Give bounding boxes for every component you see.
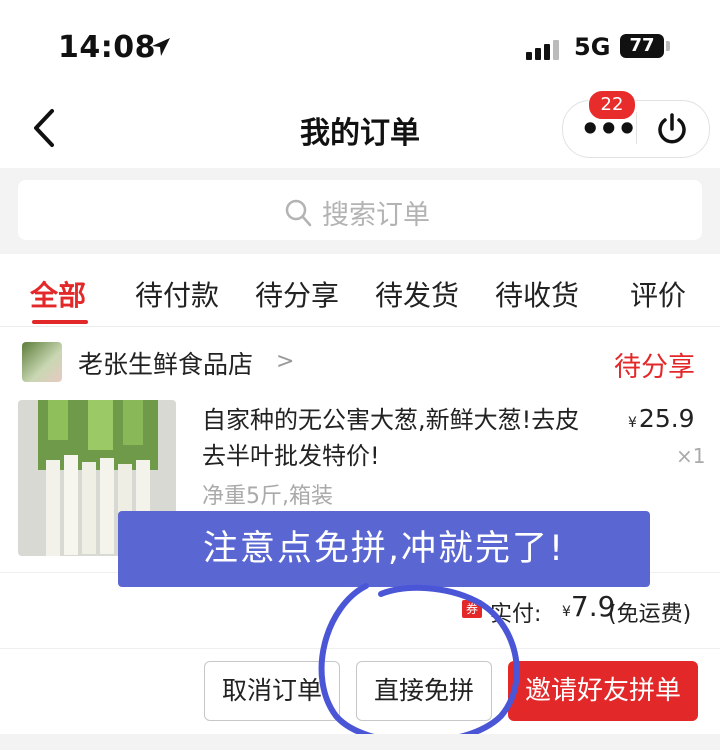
active-tab-indicator bbox=[32, 320, 88, 324]
location-arrow-icon bbox=[152, 38, 170, 56]
order-status: 待分享 bbox=[614, 352, 695, 383]
tab-review[interactable]: 评价 bbox=[630, 274, 686, 314]
tab-all[interactable]: 全部 bbox=[30, 274, 86, 314]
notification-badge: 22 bbox=[588, 90, 636, 120]
product-quantity: ×1 bbox=[676, 444, 706, 468]
battery-icon: 77 bbox=[620, 34, 664, 58]
tab-pending-share[interactable]: 待分享 bbox=[255, 274, 339, 314]
network-type: 5G bbox=[574, 33, 611, 61]
tab-pending-payment[interactable]: 待付款 bbox=[135, 274, 219, 314]
battery-cap bbox=[666, 41, 670, 51]
store-name[interactable]: 老张生鲜食品店 bbox=[78, 345, 253, 381]
tab-pending-shipment[interactable]: 待发货 bbox=[375, 274, 459, 314]
chevron-right-icon[interactable]: > bbox=[276, 349, 294, 374]
product-title[interactable]: 自家种的无公害大葱,新鲜大葱!去皮去半叶批发特价! bbox=[202, 402, 602, 474]
order-tabs bbox=[0, 256, 720, 327]
store-avatar[interactable] bbox=[22, 342, 62, 382]
status-time: 14:08 bbox=[58, 30, 156, 65]
invite-friends-button[interactable]: 邀请好友拼单 bbox=[508, 661, 698, 721]
search-placeholder: 搜索订单 bbox=[322, 200, 430, 231]
highlight-circle-annotation bbox=[318, 583, 520, 746]
search-icon bbox=[285, 199, 312, 227]
shipping-note: (免运费) bbox=[608, 602, 692, 627]
bottom-spacer bbox=[0, 734, 720, 750]
tab-pending-receipt[interactable]: 待收货 bbox=[495, 274, 579, 314]
product-price: ¥25.9 bbox=[628, 404, 695, 433]
power-icon[interactable] bbox=[654, 111, 690, 147]
capsule-divider bbox=[636, 112, 637, 144]
signal-icon bbox=[526, 40, 559, 60]
product-spec: 净重5斤,箱装 bbox=[202, 484, 333, 509]
